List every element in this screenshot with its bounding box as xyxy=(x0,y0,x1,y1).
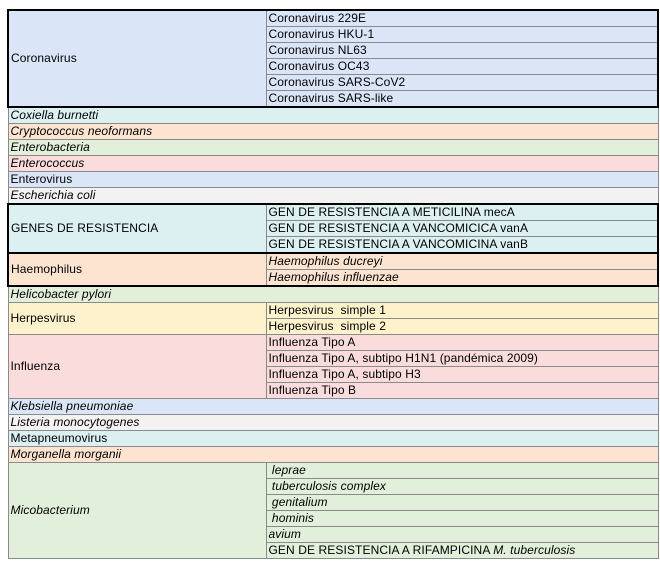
organism-cell-enterococcus[interactable]: Enterococcus xyxy=(7,155,659,172)
subtype-label: GEN DE RESISTENCIA A METICILINA mecA xyxy=(268,205,515,219)
table-row: Coronavirus Coronavirus 229E xyxy=(7,9,659,108)
subtype-label: Coronavirus HKU-1 xyxy=(268,27,375,42)
subtype-label: avium xyxy=(268,527,302,542)
table-row: Influenza Influenza Tipo A xyxy=(7,334,659,399)
subtype-label: Coronavirus SARS-CoV2 xyxy=(268,75,406,90)
table-row: Metapneumovirus xyxy=(7,430,659,447)
subtype-cell[interactable]: Coronavirus SARS-CoV2 xyxy=(265,74,659,91)
subtype-label: Coronavirus NL63 xyxy=(268,43,367,58)
subtype-label: Coronavirus 229E xyxy=(268,11,367,25)
group-cell-micobacterium[interactable]: Micobacterium xyxy=(7,462,267,559)
group-cell-influenza[interactable]: Influenza xyxy=(7,334,267,399)
table-row: Klebsiella pneumoniae xyxy=(7,398,659,415)
organism-cell-escherichia-coli[interactable]: Escherichia coli xyxy=(7,187,659,205)
table-row: GENES DE RESISTENCIA GEN DE RESISTENCIA A… xyxy=(7,203,659,254)
organism-cell-enterobacteria[interactable]: Enterobacteria xyxy=(7,139,659,156)
subtype-cell[interactable]: Coronavirus HKU-1 xyxy=(265,26,659,43)
subtype-label: Influenza Tipo B xyxy=(268,383,357,398)
subtype-cell[interactable]: GEN DE RESISTENCIA A RIFAMPICINA M. tube… xyxy=(265,542,659,559)
subtype-cell[interactable]: hominis xyxy=(265,510,659,527)
organism-cell-helicobacter-pylori[interactable]: Helicobacter pylori xyxy=(7,285,659,303)
organism-table: Coronavirus Coronavirus 229E Coronavirus H… xyxy=(7,9,659,559)
organism-cell-cryptococcus-neoformans[interactable]: Cryptococcus neoformans xyxy=(7,123,659,140)
subtype-cell[interactable]: Haemophilus ducreyi xyxy=(265,252,659,270)
subtype-cell[interactable]: tuberculosis complex xyxy=(265,478,659,495)
subtype-cell[interactable]: GEN DE RESISTENCIA A VANCOMICINA vanB xyxy=(265,236,659,254)
table-row: Helicobacter pylori xyxy=(7,285,659,303)
subtype-cell[interactable]: Influenza Tipo A, subtipo H1N1 (pandémic… xyxy=(265,350,659,367)
organism-cell-morganella-morganii[interactable]: Morganella morganii xyxy=(7,446,659,463)
organism-cell-listeria-monocytogenes[interactable]: Listeria monocytogenes xyxy=(7,414,659,431)
subtype-label: Herpesvirus simple 2 xyxy=(268,319,386,334)
subtype-label: GEN DE RESISTENCIA A VANCOMICICA vanA xyxy=(268,221,529,236)
subtype-label: GEN DE RESISTENCIA A RIFAMPICINA xyxy=(268,543,494,558)
group-cell-herpesvirus[interactable]: Herpesvirus xyxy=(7,302,267,335)
table-row: Escherichia coli xyxy=(7,187,659,205)
subtype-cell[interactable]: Influenza Tipo A, subtipo H3 xyxy=(265,366,659,383)
subtype-label: hominis xyxy=(268,511,314,526)
organism-cell-coxiella-burnetti[interactable]: Coxiella burnetti xyxy=(7,106,659,124)
table-row: Listeria monocytogenes xyxy=(7,414,659,431)
subtype-cell[interactable]: Coronavirus SARS-like xyxy=(265,90,659,108)
subtype-cell[interactable]: Coronavirus OC43 xyxy=(265,58,659,75)
subtype-label: Coronavirus OC43 xyxy=(268,59,370,74)
subtype-cell[interactable]: Herpesvirus simple 1 xyxy=(265,302,659,319)
subtype-label: Herpesvirus simple 1 xyxy=(268,303,386,318)
organism-cell-klebsiella-pneumoniae[interactable]: Klebsiella pneumoniae xyxy=(7,398,659,415)
subtype-cell[interactable]: GEN DE RESISTENCIA A VANCOMICICA vanA xyxy=(265,220,659,237)
subtype-label: leprae xyxy=(268,463,306,478)
subtype-label: Haemophilus influenzae xyxy=(268,270,399,284)
subtype-label: Influenza Tipo A, subtipo H3 xyxy=(268,367,421,382)
table-row: Enterococcus xyxy=(7,155,659,172)
subtype-cell[interactable]: Coronavirus 229E xyxy=(265,9,659,27)
subtype-cell[interactable]: Herpesvirus simple 2 xyxy=(265,318,659,335)
group-cell-genes-de-resistencia[interactable]: GENES DE RESISTENCIA xyxy=(7,203,267,254)
subtype-label: tuberculosis complex xyxy=(268,479,386,494)
organism-cell-enterovirus[interactable]: Enterovirus xyxy=(7,171,659,188)
subtype-label: Influenza Tipo A xyxy=(268,335,356,350)
subtype-cell[interactable]: Influenza Tipo A xyxy=(265,334,659,351)
table-row: Enterovirus xyxy=(7,171,659,188)
subtype-cell[interactable]: Haemophilus influenzae xyxy=(265,269,659,287)
subtype-cell[interactable]: Coronavirus NL63 xyxy=(265,42,659,59)
table-row: Coxiella burnetti xyxy=(7,106,659,124)
subtype-cell[interactable]: avium xyxy=(265,526,659,543)
table-row: Herpesvirus Herpesvirus simple 1 xyxy=(7,302,659,335)
organism-table-body: Coronavirus Coronavirus 229E Coronavirus H… xyxy=(7,9,659,559)
table-row: Micobacterium leprae xyxy=(7,462,659,559)
subtype-label: Coronavirus SARS-like xyxy=(268,91,394,105)
table-row: Haemophilus Haemophilus ducreyi xyxy=(7,252,659,287)
subtype-label: Haemophilus ducreyi xyxy=(268,254,383,268)
subtype-label: Influenza Tipo A, subtipo H1N1 (pandémic… xyxy=(268,351,539,366)
table-row: Cryptococcus neoformans xyxy=(7,123,659,140)
subtype-cell[interactable]: Influenza Tipo B xyxy=(265,382,659,399)
subtype-cell[interactable]: GEN DE RESISTENCIA A METICILINA mecA xyxy=(265,203,659,221)
subtype-cell[interactable]: genitalium xyxy=(265,494,659,511)
subtype-cell[interactable]: leprae xyxy=(265,462,659,479)
group-cell-coronavirus[interactable]: Coronavirus xyxy=(7,9,267,108)
group-cell-haemophilus[interactable]: Haemophilus xyxy=(7,252,267,287)
subtype-label: genitalium xyxy=(268,495,328,510)
table-row: Enterobacteria xyxy=(7,139,659,156)
subtype-label: GEN DE RESISTENCIA A VANCOMICINA vanB xyxy=(268,237,529,251)
species-suffix: M. tuberculosis xyxy=(493,543,576,558)
organism-cell-metapneumovirus[interactable]: Metapneumovirus xyxy=(7,430,659,447)
table-row: Morganella morganii xyxy=(7,446,659,463)
